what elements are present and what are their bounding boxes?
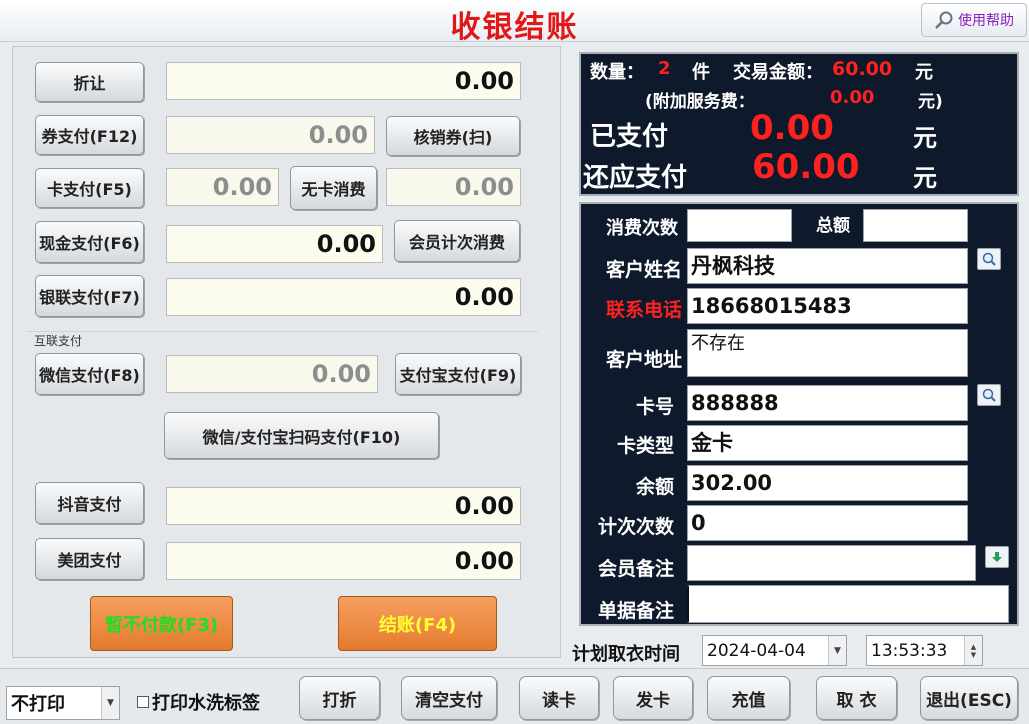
member-note-field[interactable] [687, 545, 976, 581]
exit-button[interactable]: 退出(ESC) [920, 676, 1018, 720]
douyin-pay-button[interactable]: 抖音支付 [35, 482, 144, 524]
magnifier-icon [935, 11, 953, 29]
pickup-time-label: 计划取衣时间 [572, 644, 680, 665]
scan-pay-button[interactable]: 微信/支付宝扫码支付(F10) [164, 412, 439, 459]
count-field[interactable]: 0 [687, 505, 968, 541]
qty-label: 数量： [590, 62, 644, 83]
address-field[interactable]: 不存在 [687, 329, 968, 377]
no-card-button[interactable]: 无卡消费 [290, 166, 377, 210]
card-search-button[interactable] [977, 384, 1001, 406]
paid-value: 0.00 [750, 108, 834, 148]
unionpay-field[interactable]: 0.00 [166, 278, 521, 316]
member-note-dropdown-button[interactable] [985, 546, 1009, 568]
amount-value: 60.00 [832, 58, 893, 80]
douyin-pay-field[interactable]: 0.00 [166, 487, 521, 525]
service-fee-unit: 元) [918, 92, 943, 112]
wechat-pay-field[interactable]: 0.00 [166, 355, 378, 393]
unionpay-button[interactable]: 银联支付(F7) [35, 275, 144, 317]
paid-label: 已支付 [590, 122, 669, 152]
pickup-time-spinner[interactable]: 13:53:33 ▲ ▼ [866, 635, 983, 666]
meituan-pay-button[interactable]: 美团支付 [35, 538, 144, 580]
verify-coupon-button[interactable]: 核销券(扫) [386, 116, 520, 156]
coupon-pay-button[interactable]: 券支付(F12) [35, 115, 144, 155]
phone-label: 联系电话 [605, 299, 682, 321]
defer-payment-button[interactable]: 暂不付款(F3) [90, 596, 233, 651]
customer-name-field[interactable]: 丹枫科技 [687, 248, 968, 284]
balance-label: 余额 [635, 476, 674, 498]
wash-label-text: 打印水洗标签 [152, 693, 260, 714]
help-label: 使用帮助 [958, 13, 1014, 29]
qty-unit: 件 [692, 62, 710, 83]
card-pay-button[interactable]: 卡支付(F5) [35, 168, 144, 208]
arrow-down-icon [992, 552, 1002, 562]
coupon-pay-field[interactable]: 0.00 [166, 116, 375, 154]
spinner-arrows-icon[interactable]: ▲ ▼ [964, 636, 982, 665]
checkout-button[interactable]: 结账(F4) [338, 596, 497, 651]
recharge-button[interactable]: 充值 [707, 676, 790, 720]
order-note-field[interactable] [687, 585, 1009, 623]
service-fee-label: (附加服务费： [645, 92, 755, 112]
phone-field[interactable]: 18668015483 [687, 288, 968, 324]
card-pay-field[interactable]: 0.00 [166, 168, 279, 206]
chevron-down-icon[interactable]: ▼ [101, 687, 119, 719]
due-value: 60.00 [752, 147, 860, 187]
discount-tool-button[interactable]: 打折 [299, 676, 380, 720]
help-button[interactable]: 使用帮助 [921, 3, 1027, 37]
wechat-pay-button[interactable]: 微信支付(F8) [35, 353, 144, 395]
print-option-value: 不打印 [11, 694, 65, 715]
search-icon [982, 252, 996, 266]
order-note-label: 单据备注 [597, 600, 674, 622]
pickup-date-picker[interactable]: 2024-04-04 ▼ [702, 635, 847, 666]
balance-field[interactable]: 302.00 [687, 465, 968, 501]
chevron-down-icon[interactable]: ▼ [828, 636, 846, 665]
card-type-label: 卡类型 [616, 435, 674, 457]
qty-value: 2 [658, 58, 671, 79]
count-label: 计次次数 [597, 516, 674, 538]
pickup-button[interactable]: 取 衣 [816, 676, 897, 720]
print-option-select[interactable]: 不打印 ▼ [6, 686, 120, 720]
card-number-field[interactable]: 888888 [687, 385, 968, 421]
window-title: 收银结账 [450, 10, 579, 45]
member-note-label: 会员备注 [597, 558, 674, 580]
visits-label: 消费次数 [606, 218, 678, 239]
alipay-button[interactable]: 支付宝支付(F9) [395, 353, 521, 395]
clear-payment-button[interactable]: 清空支付 [401, 676, 497, 720]
meituan-pay-field[interactable]: 0.00 [166, 542, 521, 580]
service-fee-value: 0.00 [830, 87, 875, 108]
wash-label-checkbox[interactable] [137, 696, 149, 708]
read-card-button[interactable]: 读卡 [519, 676, 599, 720]
discount-field[interactable]: 0.00 [166, 62, 521, 100]
member-count-button[interactable]: 会员计次消费 [394, 220, 520, 262]
cash-pay-button[interactable]: 现金支付(F6) [35, 221, 144, 263]
due-label: 还应支付 [583, 163, 688, 193]
visits-field[interactable] [687, 209, 792, 242]
address-label: 客户地址 [605, 349, 682, 371]
total-field[interactable] [863, 209, 968, 242]
due-unit: 元 [913, 164, 937, 192]
card-number-label: 卡号 [635, 396, 674, 418]
internet-pay-group-label: 互联支付 [34, 334, 83, 348]
card-type-field[interactable]: 金卡 [687, 425, 968, 461]
discount-button[interactable]: 折让 [35, 62, 144, 102]
amount-label: 交易金额： [733, 62, 823, 83]
pickup-date-value: 2024-04-04 [707, 640, 806, 661]
paid-unit: 元 [913, 124, 937, 152]
issue-card-button[interactable]: 发卡 [613, 676, 693, 720]
search-icon [982, 388, 996, 402]
amount-unit: 元 [915, 62, 933, 83]
wash-label-option[interactable]: 打印水洗标签 [137, 689, 260, 715]
cash-pay-field[interactable]: 0.00 [166, 225, 383, 263]
customer-search-button[interactable] [977, 248, 1001, 270]
customer-name-label: 客户姓名 [605, 259, 682, 281]
no-card-field[interactable]: 0.00 [386, 168, 521, 206]
total-label: 总额 [816, 216, 850, 236]
pickup-time-value: 13:53:33 [871, 640, 948, 661]
